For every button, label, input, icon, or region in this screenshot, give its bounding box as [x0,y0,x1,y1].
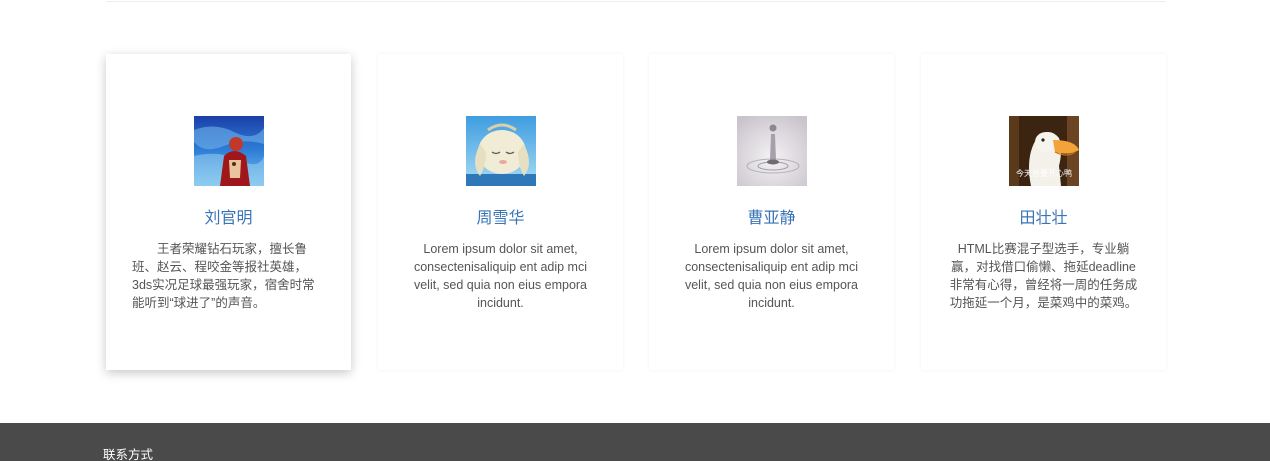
team-card[interactable]: 周雪华 Lorem ipsum dolor sit amet, consecte… [378,54,623,370]
avatar: 今天也要开心鸭 [1009,116,1079,186]
member-description: HTML比赛混子型选手，专业躺赢，对找借口偷懒、拖延deadline非常有心得，… [949,242,1138,310]
team-card[interactable]: 刘官明 王者荣耀钻石玩家，擅长鲁班、赵云、程咬金等报社英雄，3ds实况足球最强玩… [106,54,351,370]
top-divider [106,0,1166,2]
member-description: 王者荣耀钻石玩家，擅长鲁班、赵云、程咬金等报社英雄，3ds实况足球最强玩家，宿舍… [132,242,315,310]
team-card[interactable]: 曹亚静 Lorem ipsum dolor sit amet, consecte… [649,54,894,370]
team-card[interactable]: 今天也要开心鸭 田壮壮 HTML比赛混子型选手，专业躺赢，对找借口偷懒、拖延de… [921,54,1166,370]
avatar [194,116,264,186]
member-name: 刘官明 [204,210,253,227]
cartoon-creature-avatar-icon [466,116,536,186]
member-description: Lorem ipsum dolor sit amet, consectenisa… [684,242,859,310]
member-name: 曹亚静 [747,210,796,227]
water-drop-avatar-icon [737,116,807,186]
avatar [737,116,807,186]
warrior-sky-avatar-icon [194,116,264,186]
team-cards: 刘官明 王者荣耀钻石玩家，擅长鲁班、赵云、程咬金等报社英雄，3ds实况足球最强玩… [106,54,1167,370]
footer-title: 联系方式 [103,448,154,461]
avatar-caption: 今天也要开心鸭 [1016,169,1072,178]
member-name: 周雪华 [476,210,525,227]
member-name: 田壮壮 [1019,210,1068,227]
member-description: Lorem ipsum dolor sit amet, consectenisa… [413,242,588,310]
footer: 联系方式 [0,423,1270,461]
avatar [466,116,536,186]
page: 刘官明 王者荣耀钻石玩家，擅长鲁班、赵云、程咬金等报社英雄，3ds实况足球最强玩… [0,0,1270,461]
